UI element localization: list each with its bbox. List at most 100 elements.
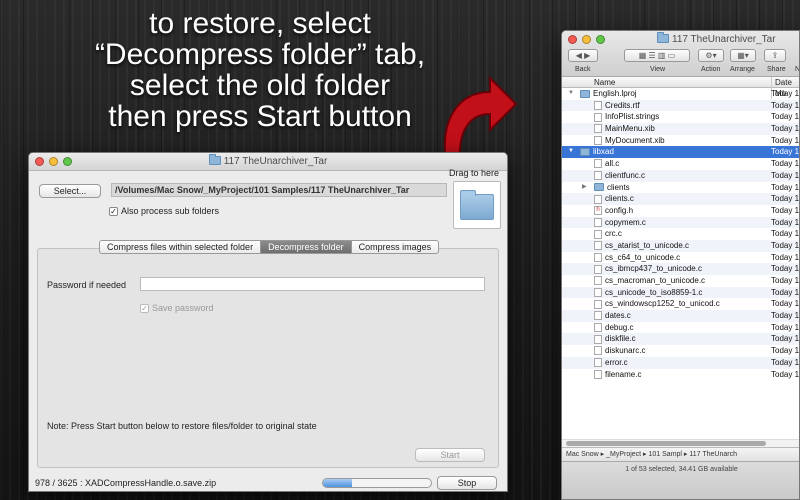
disclosure-triangle-icon[interactable]: ▶: [582, 182, 587, 194]
horizontal-scrollbar[interactable]: [562, 439, 799, 447]
file-icon: [594, 358, 602, 368]
column-header[interactable]: Name Date Mo: [562, 77, 799, 99]
file-row[interactable]: crc.c Today 1: [562, 228, 799, 240]
chevron-right-icon: ▸: [641, 451, 649, 458]
file-icon: [594, 112, 602, 122]
file-row[interactable]: clients.c Today 1: [562, 193, 799, 205]
file-row[interactable]: InfoPlist.strings Today 1: [562, 111, 799, 123]
file-row[interactable]: h config.h Today 1: [562, 205, 799, 217]
zoom-button[interactable]: [63, 157, 72, 166]
file-name: diskunarc.c: [605, 346, 646, 356]
password-label: Password if needed: [47, 280, 127, 290]
save-password-checkbox[interactable]: ✓ Save password: [140, 303, 214, 313]
folder-icon: [657, 32, 669, 43]
path-segment[interactable]: 117 TheUnarch: [689, 451, 737, 458]
file-name: cs_atarist_to_unicode.c: [605, 240, 690, 250]
file-row[interactable]: diskfile.c Today 1: [562, 333, 800, 346]
path-field: /Volumes/Mac Snow/_MyProject/101 Samples…: [111, 183, 447, 197]
file-row[interactable]: dates.c Today 1: [562, 310, 799, 322]
file-date: Today 1: [771, 100, 800, 110]
minimize-button[interactable]: [582, 35, 591, 44]
name-column-header[interactable]: Name: [594, 77, 615, 88]
select-button[interactable]: Select...: [39, 184, 101, 198]
more-label: N: [795, 66, 800, 73]
file-name: diskfile.c: [605, 334, 636, 344]
file-name: dates.c: [605, 311, 631, 321]
path-bar: Mac Snow ▸ _MyProject ▸ 101 Sampl ▸ 117 …: [562, 447, 799, 461]
start-button[interactable]: Start: [415, 448, 485, 462]
file-name: InfoPlist.strings: [605, 112, 660, 122]
note-text: Note: Press Start button below to restor…: [47, 421, 317, 431]
tab-bar: Compress files within selected folder De…: [99, 240, 440, 254]
close-button[interactable]: [35, 157, 44, 166]
file-row[interactable]: cs_ibmcp437_to_unicode.c Today 1: [562, 263, 799, 275]
file-row[interactable]: ▼ English.lproj Today 1: [562, 88, 799, 100]
file-date: Today 1: [771, 194, 800, 204]
disclosure-triangle-icon[interactable]: ▼: [568, 146, 574, 158]
path-segment[interactable]: _MyProject: [606, 451, 641, 458]
file-row[interactable]: MainMenu.xib Today 1: [562, 123, 799, 135]
progress-fill: [323, 479, 353, 487]
file-date: Today 1: [771, 229, 800, 239]
action-gear-icon[interactable]: ⚙▾: [698, 49, 724, 62]
file-row[interactable]: cs_macroman_to_unicode.c Today 1: [562, 275, 799, 287]
file-row[interactable]: debug.c Today 1: [562, 322, 799, 334]
headline-line-1: to restore, select: [149, 7, 371, 40]
file-row[interactable]: ▶ clients Today 1: [562, 182, 799, 194]
drop-well[interactable]: [453, 181, 501, 229]
file-row[interactable]: cs_c64_to_unicode.c Today 1: [562, 252, 799, 264]
file-row[interactable]: ▼ libxad Today 1: [562, 146, 799, 159]
file-date: Today 1: [771, 252, 800, 262]
share-icon[interactable]: ⇪: [764, 49, 786, 62]
back-forward-button[interactable]: ◀ ▶: [568, 49, 598, 62]
tab-compress-images[interactable]: Compress images: [351, 240, 440, 254]
file-row[interactable]: diskunarc.c Today 1: [562, 345, 799, 357]
view-toggle[interactable]: ▦ ☰ ▥ ▭: [624, 49, 690, 62]
subfolders-checkbox[interactable]: ✓ Also process sub folders: [109, 206, 219, 216]
file-icon: [594, 346, 602, 356]
file-row[interactable]: clientfunc.c Today 1: [562, 169, 800, 182]
window-title: 117 TheUnarchiver_Tar: [223, 156, 328, 167]
password-field[interactable]: [140, 277, 485, 291]
file-date: Today 1: [771, 170, 800, 180]
path-segment[interactable]: Mac Snow: [566, 451, 599, 458]
action-label: Action: [701, 66, 721, 73]
folder-icon: [594, 183, 604, 192]
zoom-button[interactable]: [596, 35, 605, 44]
file-icon: [594, 276, 602, 286]
file-name: clients.c: [605, 194, 634, 204]
file-row[interactable]: filename.c Today 1: [562, 369, 799, 381]
file-row[interactable]: Credits.rtf Today 1: [562, 99, 800, 112]
checkmark-icon: ✓: [140, 303, 149, 313]
file-date: Today 1: [771, 276, 800, 285]
progress-bar: [322, 478, 432, 488]
file-date: Today 1: [771, 124, 800, 134]
tab-decompress-folder[interactable]: Decompress folder: [261, 240, 352, 254]
file-name: error.c: [605, 357, 628, 367]
minimize-button[interactable]: [49, 157, 58, 166]
checkmark-icon: ✓: [109, 206, 118, 216]
stop-button[interactable]: Stop: [437, 476, 497, 490]
arrange-grid-icon[interactable]: ▦▾: [730, 49, 756, 62]
path-segment[interactable]: 101 Sampl: [649, 451, 682, 458]
file-date: Today 1: [771, 334, 800, 344]
file-icon: [594, 217, 602, 227]
file-row[interactable]: cs_windowscp1252_to_unicod.c Today 1: [562, 298, 799, 310]
file-row[interactable]: all.c Today 1: [562, 158, 799, 170]
file-row[interactable]: error.c Today 1: [562, 356, 799, 369]
file-row[interactable]: cs_atarist_to_unicode.c Today 1: [562, 239, 799, 252]
close-button[interactable]: [568, 35, 577, 44]
file-row[interactable]: MyDocument.xib Today 1: [562, 135, 799, 147]
disclosure-triangle-icon[interactable]: ▼: [568, 88, 574, 100]
file-icon: [594, 101, 602, 111]
file-name: cs_c64_to_unicode.c: [605, 252, 681, 262]
finder-status: 1 of 53 selected, 34.41 GB available: [562, 461, 799, 499]
file-row[interactable]: cs_unicode_to_iso8859-1.c Today 1: [562, 286, 799, 299]
file-icon: [594, 241, 602, 251]
file-name: copymem.c: [605, 217, 646, 227]
file-name: crc.c: [605, 229, 622, 239]
file-list: ▼ English.lproj Today 1 Credits.rtf Today 1I…: [562, 88, 799, 380]
file-row[interactable]: copymem.c Today 1: [562, 216, 799, 229]
tab-compress-files[interactable]: Compress files within selected folder: [99, 240, 262, 254]
file-date: Today 1: [771, 311, 800, 321]
